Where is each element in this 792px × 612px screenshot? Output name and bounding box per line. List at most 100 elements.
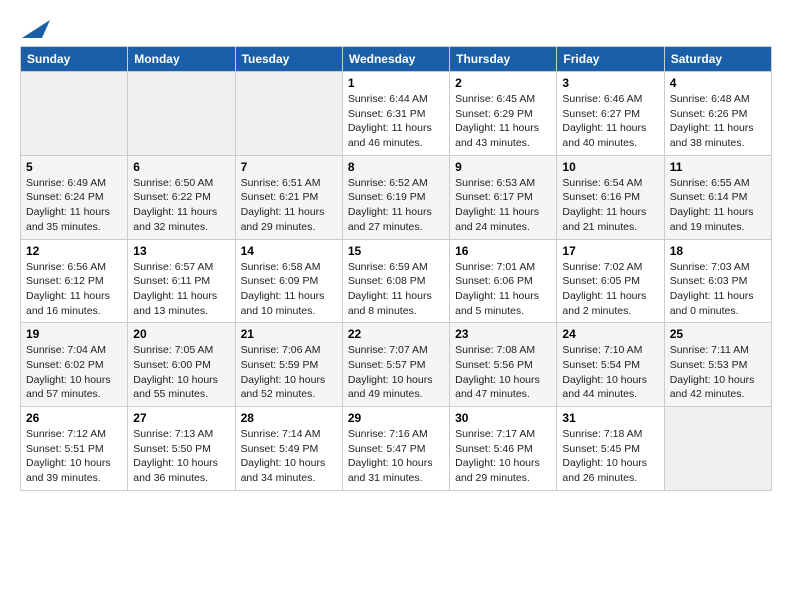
day-number: 20	[133, 327, 229, 341]
calendar-table: SundayMondayTuesdayWednesdayThursdayFrid…	[20, 46, 772, 491]
weekday-header-friday: Friday	[557, 47, 664, 72]
day-info: Sunrise: 6:51 AM Sunset: 6:21 PM Dayligh…	[241, 176, 337, 235]
day-number: 21	[241, 327, 337, 341]
weekday-header-tuesday: Tuesday	[235, 47, 342, 72]
day-number: 23	[455, 327, 551, 341]
day-info: Sunrise: 6:49 AM Sunset: 6:24 PM Dayligh…	[26, 176, 122, 235]
day-number: 29	[348, 411, 444, 425]
day-info: Sunrise: 6:59 AM Sunset: 6:08 PM Dayligh…	[348, 260, 444, 319]
calendar-cell: 22 Sunrise: 7:07 AM Sunset: 5:57 PM Dayli…	[342, 323, 449, 407]
week-row-3: 12Sunrise: 6:56 AM Sunset: 6:12 PM Dayli…	[21, 239, 772, 323]
logo-wing-icon	[22, 20, 50, 40]
day-info: Sunrise: 6:50 AM Sunset: 6:22 PM Dayligh…	[133, 176, 229, 235]
week-row-1: 1Sunrise: 6:44 AM Sunset: 6:31 PM Daylig…	[21, 72, 772, 156]
calendar-cell: 16 Sunrise: 7:01 AM Sunset: 6:06 PM Dayli…	[450, 239, 557, 323]
day-info: Sunrise: 7:12 AM Sunset: 5:51 PM Dayligh…	[26, 427, 122, 486]
day-number: 7	[241, 160, 337, 174]
weekday-header-saturday: Saturday	[664, 47, 771, 72]
logo	[20, 20, 50, 38]
calendar-cell	[21, 72, 128, 156]
weekday-header-monday: Monday	[128, 47, 235, 72]
day-info: Sunrise: 7:14 AM Sunset: 5:49 PM Dayligh…	[241, 427, 337, 486]
day-info: Sunrise: 6:46 AM Sunset: 6:27 PM Dayligh…	[562, 92, 658, 151]
day-info: Sunrise: 6:53 AM Sunset: 6:17 PM Dayligh…	[455, 176, 551, 235]
weekday-header-sunday: Sunday	[21, 47, 128, 72]
day-info: Sunrise: 7:18 AM Sunset: 5:45 PM Dayligh…	[562, 427, 658, 486]
day-info: Sunrise: 7:16 AM Sunset: 5:47 PM Dayligh…	[348, 427, 444, 486]
calendar-cell: 7 Sunrise: 6:51 AM Sunset: 6:21 PM Daylig…	[235, 155, 342, 239]
day-number: 3	[562, 76, 658, 90]
day-info: Sunrise: 7:06 AM Sunset: 5:59 PM Dayligh…	[241, 343, 337, 402]
day-number: 15	[348, 244, 444, 258]
day-number: 10	[562, 160, 658, 174]
week-row-4: 19Sunrise: 7:04 AM Sunset: 6:02 PM Dayli…	[21, 323, 772, 407]
calendar-cell: 2 Sunrise: 6:45 AM Sunset: 6:29 PM Daylig…	[450, 72, 557, 156]
day-number: 28	[241, 411, 337, 425]
calendar-cell: 31 Sunrise: 7:18 AM Sunset: 5:45 PM Dayli…	[557, 407, 664, 491]
calendar-cell: 11 Sunrise: 6:55 AM Sunset: 6:14 PM Dayli…	[664, 155, 771, 239]
day-number: 11	[670, 160, 766, 174]
calendar-cell: 15 Sunrise: 6:59 AM Sunset: 6:08 PM Dayli…	[342, 239, 449, 323]
day-number: 24	[562, 327, 658, 341]
day-info: Sunrise: 6:57 AM Sunset: 6:11 PM Dayligh…	[133, 260, 229, 319]
calendar-cell: 13 Sunrise: 6:57 AM Sunset: 6:11 PM Dayli…	[128, 239, 235, 323]
day-number: 9	[455, 160, 551, 174]
day-info: Sunrise: 6:54 AM Sunset: 6:16 PM Dayligh…	[562, 176, 658, 235]
day-info: Sunrise: 7:04 AM Sunset: 6:02 PM Dayligh…	[26, 343, 122, 402]
day-info: Sunrise: 6:52 AM Sunset: 6:19 PM Dayligh…	[348, 176, 444, 235]
day-number: 22	[348, 327, 444, 341]
day-number: 14	[241, 244, 337, 258]
day-info: Sunrise: 7:07 AM Sunset: 5:57 PM Dayligh…	[348, 343, 444, 402]
calendar-cell: 28 Sunrise: 7:14 AM Sunset: 5:49 PM Dayli…	[235, 407, 342, 491]
weekday-header-row: SundayMondayTuesdayWednesdayThursdayFrid…	[21, 47, 772, 72]
calendar-cell: 5 Sunrise: 6:49 AM Sunset: 6:24 PM Daylig…	[21, 155, 128, 239]
day-info: Sunrise: 7:11 AM Sunset: 5:53 PM Dayligh…	[670, 343, 766, 402]
calendar-cell: 25 Sunrise: 7:11 AM Sunset: 5:53 PM Dayli…	[664, 323, 771, 407]
day-number: 26	[26, 411, 122, 425]
day-number: 4	[670, 76, 766, 90]
calendar-cell: 10 Sunrise: 6:54 AM Sunset: 6:16 PM Dayli…	[557, 155, 664, 239]
calendar-cell: 30Sunrise: 7:17 AM Sunset: 5:46 PM Dayli…	[450, 407, 557, 491]
weekday-header-thursday: Thursday	[450, 47, 557, 72]
day-info: Sunrise: 7:08 AM Sunset: 5:56 PM Dayligh…	[455, 343, 551, 402]
calendar-cell: 20 Sunrise: 7:05 AM Sunset: 6:00 PM Dayli…	[128, 323, 235, 407]
calendar-cell: 3 Sunrise: 6:46 AM Sunset: 6:27 PM Daylig…	[557, 72, 664, 156]
day-number: 5	[26, 160, 122, 174]
calendar-cell: 21 Sunrise: 7:06 AM Sunset: 5:59 PM Dayli…	[235, 323, 342, 407]
day-info: Sunrise: 6:45 AM Sunset: 6:29 PM Dayligh…	[455, 92, 551, 151]
calendar-cell: 12Sunrise: 6:56 AM Sunset: 6:12 PM Dayli…	[21, 239, 128, 323]
day-number: 13	[133, 244, 229, 258]
calendar-cell	[128, 72, 235, 156]
day-number: 2	[455, 76, 551, 90]
calendar-cell: 9 Sunrise: 6:53 AM Sunset: 6:17 PM Daylig…	[450, 155, 557, 239]
day-info: Sunrise: 7:13 AM Sunset: 5:50 PM Dayligh…	[133, 427, 229, 486]
day-number: 8	[348, 160, 444, 174]
day-number: 16	[455, 244, 551, 258]
day-number: 12	[26, 244, 122, 258]
day-info: Sunrise: 6:48 AM Sunset: 6:26 PM Dayligh…	[670, 92, 766, 151]
calendar-cell: 27Sunrise: 7:13 AM Sunset: 5:50 PM Dayli…	[128, 407, 235, 491]
calendar-cell: 19Sunrise: 7:04 AM Sunset: 6:02 PM Dayli…	[21, 323, 128, 407]
calendar-cell: 8 Sunrise: 6:52 AM Sunset: 6:19 PM Daylig…	[342, 155, 449, 239]
day-number: 30	[455, 411, 551, 425]
day-number: 6	[133, 160, 229, 174]
calendar-cell: 17Sunrise: 7:02 AM Sunset: 6:05 PM Dayli…	[557, 239, 664, 323]
day-info: Sunrise: 7:01 AM Sunset: 6:06 PM Dayligh…	[455, 260, 551, 319]
calendar-cell	[664, 407, 771, 491]
day-info: Sunrise: 6:55 AM Sunset: 6:14 PM Dayligh…	[670, 176, 766, 235]
day-number: 1	[348, 76, 444, 90]
calendar-cell: 29 Sunrise: 7:16 AM Sunset: 5:47 PM Dayli…	[342, 407, 449, 491]
day-info: Sunrise: 7:10 AM Sunset: 5:54 PM Dayligh…	[562, 343, 658, 402]
day-info: Sunrise: 7:03 AM Sunset: 6:03 PM Dayligh…	[670, 260, 766, 319]
day-number: 31	[562, 411, 658, 425]
week-row-2: 5 Sunrise: 6:49 AM Sunset: 6:24 PM Daylig…	[21, 155, 772, 239]
day-number: 18	[670, 244, 766, 258]
calendar-cell: 23 Sunrise: 7:08 AM Sunset: 5:56 PM Dayli…	[450, 323, 557, 407]
day-number: 25	[670, 327, 766, 341]
calendar-cell	[235, 72, 342, 156]
day-info: Sunrise: 7:05 AM Sunset: 6:00 PM Dayligh…	[133, 343, 229, 402]
day-info: Sunrise: 6:58 AM Sunset: 6:09 PM Dayligh…	[241, 260, 337, 319]
calendar-cell: 18 Sunrise: 7:03 AM Sunset: 6:03 PM Dayli…	[664, 239, 771, 323]
calendar-cell: 1Sunrise: 6:44 AM Sunset: 6:31 PM Daylig…	[342, 72, 449, 156]
calendar-cell: 26 Sunrise: 7:12 AM Sunset: 5:51 PM Dayli…	[21, 407, 128, 491]
